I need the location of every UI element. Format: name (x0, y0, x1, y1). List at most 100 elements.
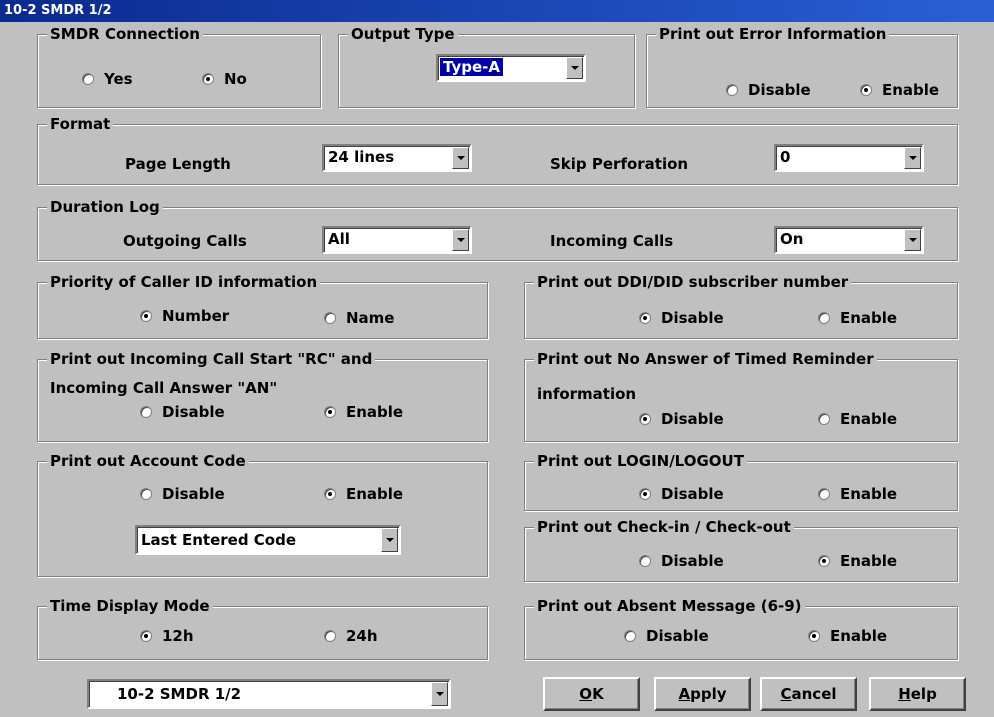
time-display-group: Time Display Mode 12h 24h (37, 597, 488, 660)
incoming-rc-an-legend: Print out Incoming Call Start "RC" and (47, 350, 376, 368)
time-display-12h-radio[interactable]: 12h (140, 627, 194, 645)
check-in-out-group: Print out Check-in / Check-out Disable E… (524, 518, 958, 582)
title-bar: 10-2 SMDR 1/2 (0, 0, 994, 22)
ok-button[interactable]: OK (543, 677, 640, 711)
radio-on-icon (818, 555, 830, 567)
no-answer-reminder-legend: Print out No Answer of Timed Reminder (534, 350, 877, 368)
output-type-value: Type-A (440, 58, 503, 76)
account-code-mode-select[interactable]: Last Entered Code (135, 525, 401, 555)
format-group: Format Page Length 24 lines Skip Perfora… (37, 115, 958, 185)
page-select[interactable]: 10-2 SMDR 1/2 (87, 679, 451, 709)
absent-message-disable-radio[interactable]: Disable (624, 627, 709, 645)
incoming-calls-value: On (780, 230, 804, 248)
chevron-down-icon[interactable] (452, 229, 469, 251)
radio-off-icon (140, 406, 152, 418)
error-info-disable-radio[interactable]: Disable (726, 81, 811, 99)
chevron-down-icon[interactable] (904, 147, 921, 169)
radio-on-icon (324, 406, 336, 418)
chevron-down-icon[interactable] (904, 229, 921, 251)
skip-perforation-value: 0 (780, 148, 791, 166)
ddi-did-disable-radio[interactable]: Disable (639, 309, 724, 327)
incoming-rc-an-disable-radio[interactable]: Disable (140, 403, 225, 421)
account-code-mode-value: Last Entered Code (141, 531, 297, 549)
incoming-rc-an-enable-radio[interactable]: Enable (324, 403, 403, 421)
outgoing-calls-label: Outgoing Calls (123, 232, 247, 250)
page-length-select[interactable]: 24 lines (322, 144, 472, 172)
skip-perforation-select[interactable]: 0 (774, 144, 924, 172)
smdr-connection-yes-radio[interactable]: Yes (82, 70, 133, 88)
skip-perforation-label: Skip Perforation (550, 155, 689, 173)
chevron-down-icon[interactable] (431, 682, 448, 706)
caller-id-number-radio[interactable]: Number (140, 307, 229, 325)
cancel-button[interactable]: Cancel (760, 677, 857, 711)
incoming-calls-label: Incoming Calls (550, 232, 674, 250)
radio-off-icon (639, 555, 651, 567)
account-code-group: Print out Account Code Disable Enable La… (37, 452, 488, 577)
caller-id-legend: Priority of Caller ID information (47, 273, 321, 291)
apply-button[interactable]: Apply (654, 677, 751, 711)
login-logout-legend: Print out LOGIN/LOGOUT (534, 452, 747, 470)
error-info-enable-radio[interactable]: Enable (860, 81, 939, 99)
radio-on-icon (202, 73, 214, 85)
radio-on-icon (860, 84, 872, 96)
outgoing-calls-value: All (328, 230, 350, 248)
time-display-24h-radio[interactable]: 24h (324, 627, 378, 645)
format-legend: Format (47, 115, 114, 133)
no-answer-reminder-group: Print out No Answer of Timed Reminder in… (524, 350, 958, 442)
smdr-connection-group: SMDR Connection Yes No (37, 25, 321, 108)
chevron-down-icon[interactable] (381, 528, 398, 552)
login-logout-disable-radio[interactable]: Disable (639, 485, 724, 503)
radio-off-icon (726, 84, 738, 96)
radio-off-icon (140, 488, 152, 500)
output-type-legend: Output Type (348, 25, 458, 43)
radio-on-icon (639, 413, 651, 425)
caller-id-group: Priority of Caller ID information Number… (37, 273, 488, 339)
time-display-legend: Time Display Mode (47, 597, 213, 615)
help-button[interactable]: Help (869, 677, 966, 711)
radio-off-icon (818, 413, 830, 425)
check-in-out-enable-radio[interactable]: Enable (818, 552, 897, 570)
account-code-enable-radio[interactable]: Enable (324, 485, 403, 503)
radio-off-icon (324, 630, 336, 642)
incoming-rc-an-group: Print out Incoming Call Start "RC" and I… (37, 350, 488, 442)
radio-on-icon (639, 312, 651, 324)
account-code-legend: Print out Account Code (47, 452, 249, 470)
check-in-out-legend: Print out Check-in / Check-out (534, 518, 794, 536)
radio-on-icon (639, 488, 651, 500)
absent-message-legend: Print out Absent Message (6-9) (534, 597, 805, 615)
duration-log-group: Duration Log Outgoing Calls All Incoming… (37, 198, 958, 261)
ddi-did-group: Print out DDI/DID subscriber number Disa… (524, 273, 958, 339)
radio-on-icon (324, 488, 336, 500)
no-answer-reminder-disable-radio[interactable]: Disable (639, 410, 724, 428)
output-type-select[interactable]: Type-A (436, 54, 586, 82)
ddi-did-legend: Print out DDI/DID subscriber number (534, 273, 852, 291)
no-answer-reminder-enable-radio[interactable]: Enable (818, 410, 897, 428)
window-title: 10-2 SMDR 1/2 (4, 3, 112, 18)
check-in-out-disable-radio[interactable]: Disable (639, 552, 724, 570)
radio-off-icon (818, 488, 830, 500)
radio-off-icon (818, 312, 830, 324)
account-code-disable-radio[interactable]: Disable (140, 485, 225, 503)
error-info-legend: Print out Error Information (656, 25, 890, 43)
caller-id-name-radio[interactable]: Name (324, 309, 394, 327)
incoming-rc-an-line2: Incoming Call Answer "AN" (50, 379, 278, 397)
radio-on-icon (140, 630, 152, 642)
chevron-down-icon[interactable] (452, 147, 469, 169)
radio-on-icon (140, 310, 152, 322)
login-logout-enable-radio[interactable]: Enable (818, 485, 897, 503)
page-length-value: 24 lines (328, 148, 395, 166)
login-logout-group: Print out LOGIN/LOGOUT Disable Enable (524, 452, 958, 511)
error-info-group: Print out Error Information Disable Enab… (646, 25, 958, 108)
ddi-did-enable-radio[interactable]: Enable (818, 309, 897, 327)
incoming-calls-select[interactable]: On (774, 226, 924, 254)
duration-log-legend: Duration Log (47, 198, 163, 216)
chevron-down-icon[interactable] (566, 57, 583, 79)
absent-message-group: Print out Absent Message (6-9) Disable E… (524, 597, 958, 660)
page-select-value: 10-2 SMDR 1/2 (117, 685, 242, 703)
no-answer-reminder-line2: information (537, 385, 637, 403)
radio-off-icon (82, 73, 94, 85)
radio-off-icon (624, 630, 636, 642)
absent-message-enable-radio[interactable]: Enable (808, 627, 887, 645)
smdr-connection-no-radio[interactable]: No (202, 70, 247, 88)
outgoing-calls-select[interactable]: All (322, 226, 472, 254)
